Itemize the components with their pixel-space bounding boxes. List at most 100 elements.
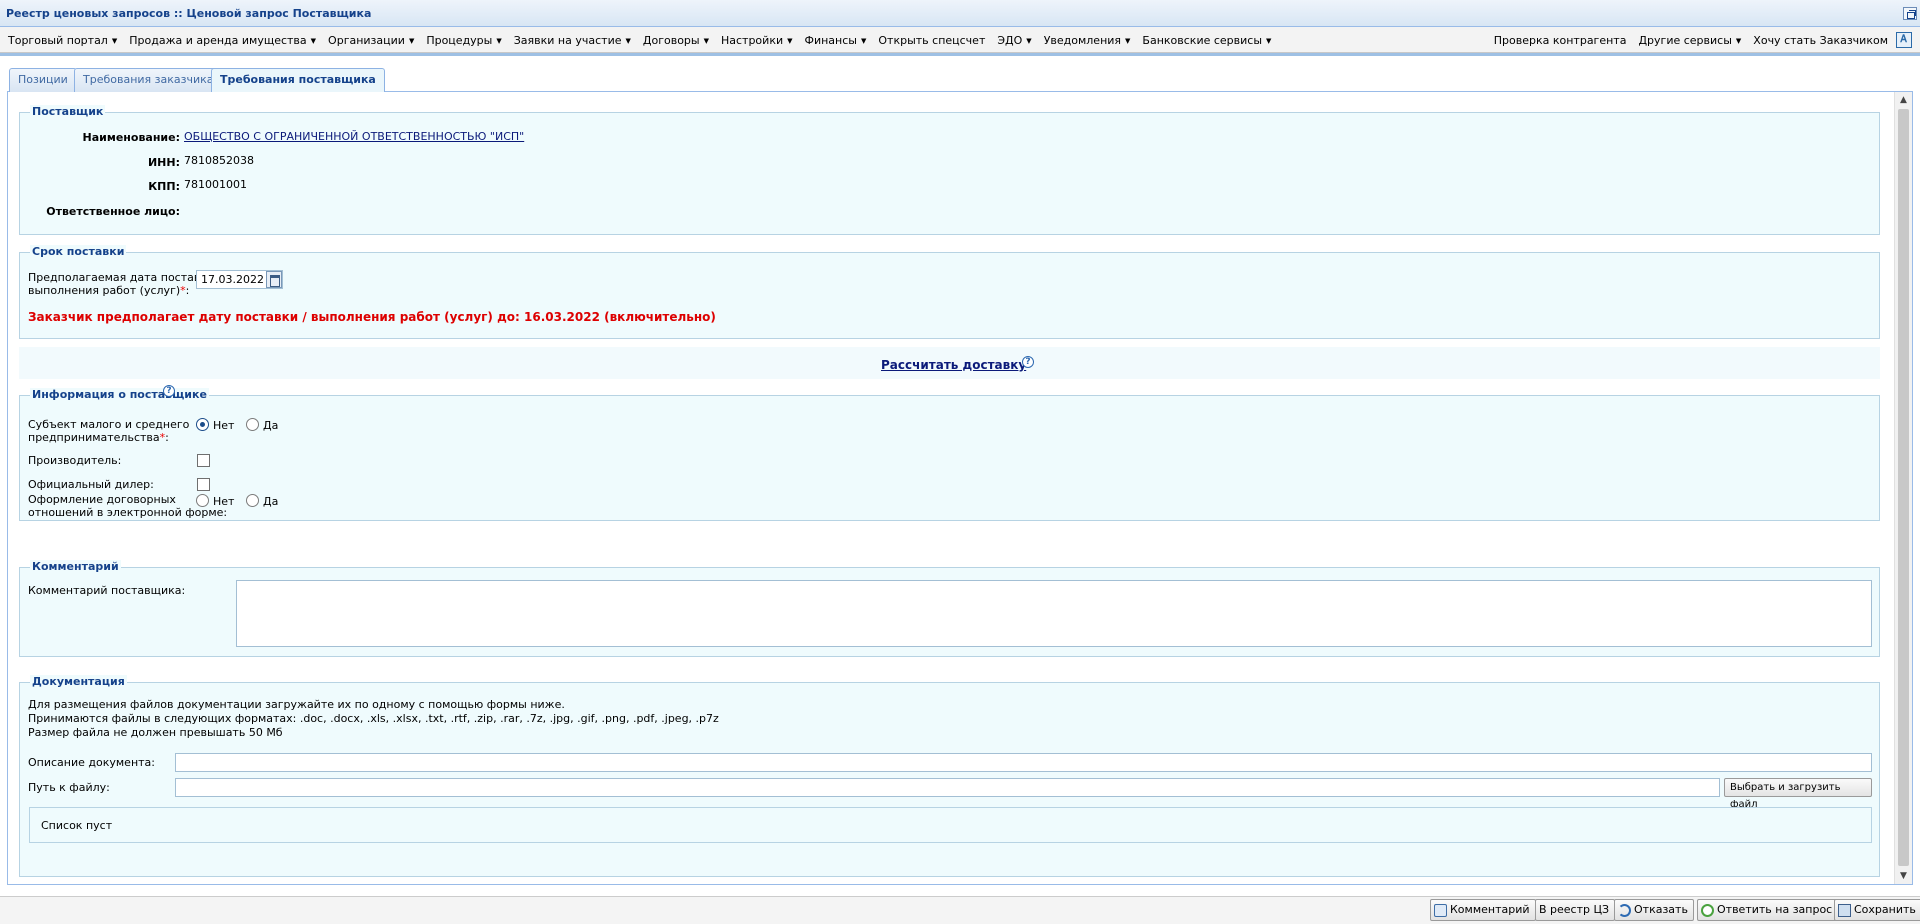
docs-fieldset: Документация Для размещения файлов докум… [19,675,1880,877]
chevron-down-icon: ▼ [111,36,118,45]
tab-strip: Позиции Требования заказчика Требования … [7,67,1913,93]
chevron-down-icon: ▼ [1266,36,1272,45]
chevron-down-icon: ▼ [1125,36,1131,45]
kpp-value: 781001001 [184,178,247,191]
footer-toolbar: Комментарий В реестр ЦЗ Отказать Ответит… [0,896,1920,924]
supplier-name-label: Наименование: [82,131,181,144]
docs-info: Для размещения файлов документации загру… [28,698,719,740]
docs-info-line: Размер файла не должен превышать 50 Мб [28,726,283,739]
chevron-down-icon: ▼ [787,36,793,45]
chevron-down-icon: ▼ [310,36,317,45]
docs-info-line: Принимаются файлы в следующих форматах: … [28,712,719,725]
doc-description-label: Описание документа: [28,756,155,769]
accessibility-icon[interactable]: Ꭺ [1896,32,1912,48]
scroll-down-icon[interactable]: ▼ [1898,871,1909,881]
tab-supplier-requirements[interactable]: Требования поставщика [211,68,385,93]
file-path-label: Путь к файлу: [28,781,110,794]
documents-list-empty: Список пуст [41,819,113,832]
kpp-label: КПП: [148,180,180,193]
tab-positions[interactable]: Позиции [9,68,77,92]
main-menu-right: Проверка контрагента Другие сервисы ▼ Хоч… [1482,27,1912,53]
tab-content-panel: Поставщик Наименование: ОБЩЕСТВО С ОГРАН… [7,92,1913,885]
sme-no-radio[interactable] [196,418,209,431]
menu-divider [0,53,1920,56]
menu-procedures[interactable]: Процедуры ▼ [426,34,501,47]
documents-list: Список пуст [29,807,1872,843]
menu-contracts[interactable]: Договоры ▼ [643,34,709,47]
menu-check-counterparty[interactable]: Проверка контрагента [1494,34,1627,47]
docs-info-line: Для размещения файлов документации загру… [28,698,565,711]
save-icon [1838,903,1851,917]
menu-property-sale[interactable]: Продажа и аренда имущества ▼ [129,34,316,47]
vertical-scrollbar[interactable]: ▲ ▼ [1894,92,1912,884]
chevron-down-icon: ▼ [1026,36,1032,45]
delivery-fieldset: Срок поставки Предполагаемая дата постав… [19,245,1880,339]
help-icon[interactable]: ? [163,385,175,397]
calc-delivery-link[interactable]: Рассчитать доставку [881,358,1026,372]
responsible-person-label: Ответственное лицо: [46,205,180,218]
chevron-down-icon: ▼ [496,36,502,45]
menu-open-special-account[interactable]: Открыть спецсчет [878,34,985,47]
calendar-icon[interactable] [266,271,282,288]
delivery-date-label: Предполагаемая дата поставки / выполнени… [28,271,222,297]
electronic-no-radio[interactable] [196,494,209,507]
chevron-down-icon: ▼ [408,36,415,45]
docs-legend: Документация [30,675,127,688]
menu-finance[interactable]: Финансы ▼ [805,34,867,47]
electronic-yes-radio[interactable] [246,494,259,507]
chevron-down-icon: ▼ [860,36,867,45]
restore-window-icon[interactable] [1903,7,1917,20]
supplier-info-legend: Информация о поставщике [30,388,209,401]
dealer-checkbox[interactable] [197,478,210,491]
menu-organizations[interactable]: Организации ▼ [328,34,414,47]
sme-label: Субъект малого и среднего предпринимател… [28,418,190,444]
manufacturer-label: Производитель: [28,454,122,467]
comment-button[interactable]: Комментарий [1430,899,1536,921]
electronic-yes-label: Да [263,495,279,508]
menu-trading-portal[interactable]: Торговый портал ▼ [8,34,117,47]
supplier-legend: Поставщик [30,105,106,118]
menu-applications[interactable]: Заявки на участие ▼ [514,34,631,47]
menu-settings[interactable]: Настройки ▼ [721,34,793,47]
supplier-name-link[interactable]: ОБЩЕСТВО С ОГРАНИЧЕННОЙ ОТВЕТСТВЕННОСТЬЮ… [184,130,524,143]
delivery-date-warning: Заказчик предполагает дату поставки / вы… [28,310,716,324]
doc-description-input[interactable] [175,753,1872,772]
supplier-comment-textarea[interactable] [236,580,1872,647]
comment-legend: Комментарий [30,560,121,573]
supplier-comment-label: Комментарий поставщика: [28,584,186,597]
menu-other-services[interactable]: Другие сервисы ▼ [1638,34,1741,47]
comment-icon [1434,903,1447,917]
menu-become-customer[interactable]: Хочу стать Заказчиком [1753,34,1888,47]
calc-delivery-row: Рассчитать доставку ? [19,347,1880,379]
menu-notifications[interactable]: Уведомления ▼ [1044,34,1131,47]
dealer-label: Официальный дилер: [28,478,154,491]
inn-value: 7810852038 [184,154,254,167]
supplier-info-fieldset: Информация о поставщике ? Субъект малого… [19,385,1880,521]
tab-customer-requirements[interactable]: Требования заказчика [74,68,223,92]
window-titlebar: Реестр ценовых запросов :: Ценовой запро… [0,0,1920,27]
save-button[interactable]: Сохранить [1834,899,1920,921]
chevron-down-icon: ▼ [1735,36,1742,45]
file-path-input[interactable] [175,778,1720,797]
main-menu-left: Торговый портал ▼ Продажа и аренда имущес… [8,27,1283,53]
scroll-up-icon[interactable]: ▲ [1898,95,1909,105]
window-title: Реестр ценовых запросов :: Ценовой запро… [6,7,372,20]
refuse-button[interactable]: Отказать [1614,899,1694,921]
delivery-legend: Срок поставки [30,245,127,258]
answer-request-button[interactable]: Ответить на запрос [1697,899,1839,921]
electronic-no-label: Нет [213,495,235,508]
upload-file-button[interactable]: Выбрать и загрузить файл [1724,778,1872,810]
menu-bank-services[interactable]: Банковские сервисы ▼ [1142,34,1271,47]
to-registry-button[interactable]: В реестр ЦЗ [1535,899,1616,921]
manufacturer-checkbox[interactable] [197,454,210,467]
scroll-thumb[interactable] [1898,109,1909,866]
sme-yes-label: Да [263,419,279,432]
supplier-fieldset: Поставщик Наименование: ОБЩЕСТВО С ОГРАН… [19,105,1880,235]
menu-edo[interactable]: ЭДО ▼ [997,34,1031,47]
help-icon[interactable]: ? [1022,356,1034,368]
chevron-down-icon: ▼ [625,36,631,45]
chevron-down-icon: ▼ [703,36,709,45]
undo-icon [1618,903,1631,917]
sme-yes-radio[interactable] [246,418,259,431]
check-icon [1701,903,1714,917]
